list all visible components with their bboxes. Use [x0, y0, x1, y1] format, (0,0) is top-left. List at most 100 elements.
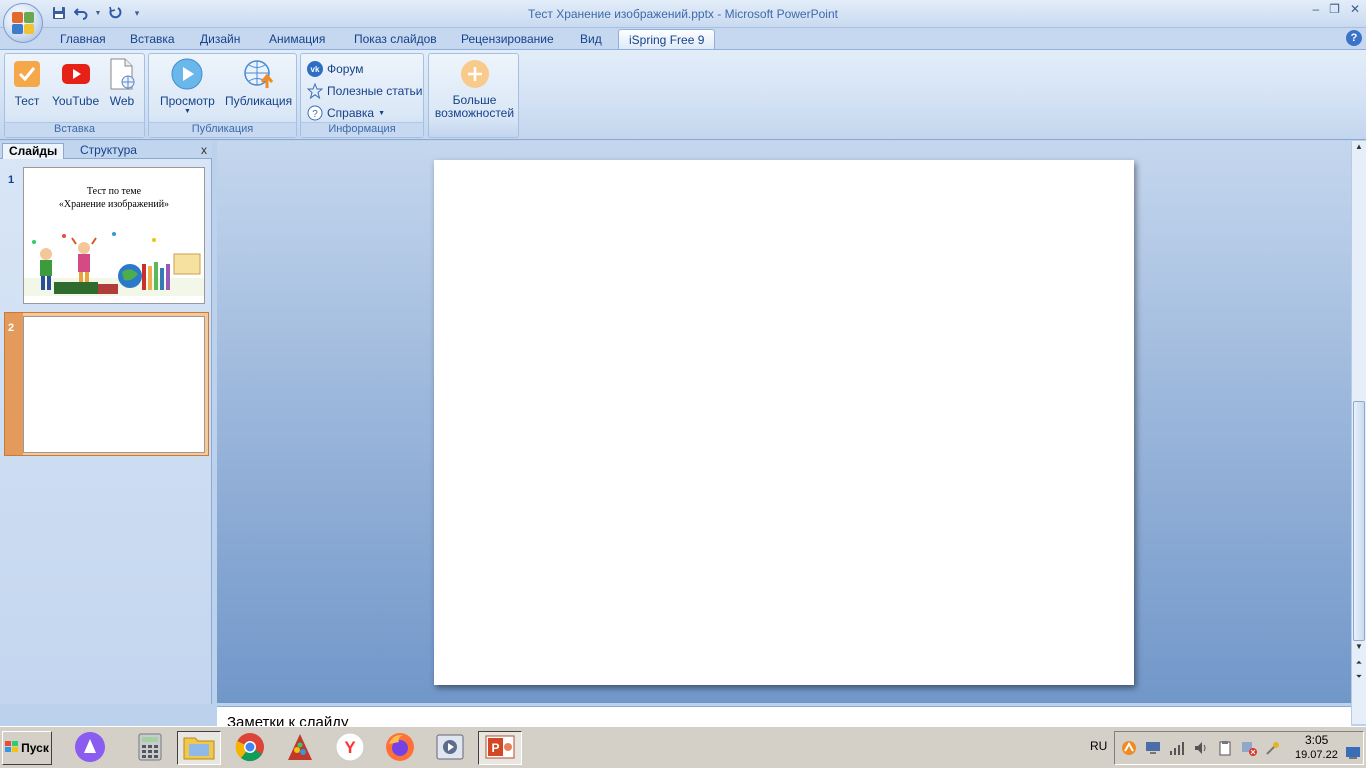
- articles-label: Полезные статьи: [327, 84, 423, 98]
- clock-date[interactable]: 19.07.22: [1295, 749, 1338, 761]
- publish-button[interactable]: Публикация: [225, 58, 292, 108]
- tab-view[interactable]: Вид: [580, 32, 602, 46]
- slides-pane: Слайды Структура x 1 Тест по теме «Хране…: [0, 141, 212, 704]
- volume-icon[interactable]: [1193, 740, 1209, 756]
- tab-slideshow[interactable]: Показ слайдов: [354, 32, 437, 46]
- quiz-icon: [11, 58, 43, 90]
- help-dropdown-icon: ▼: [378, 109, 386, 117]
- network-error-icon[interactable]: [1241, 740, 1257, 756]
- preview-button[interactable]: Просмотр ▼: [160, 58, 215, 116]
- input-language[interactable]: RU: [1090, 739, 1107, 753]
- globe-upload-icon: [243, 58, 275, 90]
- paint-app-button[interactable]: [278, 731, 322, 765]
- clipboard-icon[interactable]: [1217, 740, 1233, 756]
- antivirus-icon[interactable]: [1121, 740, 1137, 756]
- quiz-button[interactable]: Тест: [11, 58, 43, 108]
- youtube-button[interactable]: YouTube: [52, 58, 99, 108]
- media-app-button[interactable]: [428, 731, 472, 765]
- svg-text:Y: Y: [344, 738, 356, 757]
- prev-slide-icon[interactable]: ⏶: [1352, 657, 1366, 669]
- tab-slides[interactable]: Слайды: [2, 143, 65, 159]
- help-label: Справка: [327, 106, 375, 120]
- paint-palette-icon: [285, 732, 315, 765]
- start-label: Пуск: [21, 741, 49, 755]
- thumb-title: Тест по теме «Хранение изображений»: [24, 185, 204, 211]
- taskbar: Пуск Y P RU: [0, 726, 1366, 768]
- thumb-title-line2: «Хранение изображений»: [58, 199, 170, 210]
- media-app-icon: [435, 733, 465, 764]
- office-button[interactable]: [3, 3, 43, 43]
- vk-icon: vk: [307, 61, 323, 77]
- tools-icon[interactable]: [1265, 740, 1281, 756]
- close-button[interactable]: ✕: [1350, 2, 1360, 16]
- quiz-label: Тест: [14, 94, 40, 108]
- slide-canvas[interactable]: [434, 160, 1134, 685]
- play-icon: [171, 58, 203, 90]
- question-icon: ?: [307, 105, 323, 121]
- thumb-title-line1: Тест по теме: [86, 186, 142, 197]
- vertical-scrollbar[interactable]: ▲ ▼ ⏶ ⏷: [1351, 141, 1366, 724]
- slide-editor: [217, 141, 1351, 703]
- firefox-icon: [385, 732, 415, 765]
- chrome-button[interactable]: [228, 731, 272, 765]
- scroll-down-icon[interactable]: ▼: [1352, 641, 1366, 653]
- tab-home[interactable]: Главная: [60, 32, 106, 46]
- next-slide-icon[interactable]: ⏷: [1352, 671, 1366, 683]
- forum-label: Форум: [327, 62, 364, 76]
- slide-thumbnail-2[interactable]: [23, 316, 205, 453]
- firefox-button[interactable]: [378, 731, 422, 765]
- clock-time[interactable]: 3:05: [1305, 733, 1328, 747]
- forum-button[interactable]: vk Форум: [307, 61, 363, 77]
- group-label-insert: Вставка: [5, 122, 144, 137]
- svg-text:P: P: [491, 741, 499, 755]
- calculator-button[interactable]: [128, 731, 172, 765]
- minimize-button[interactable]: –: [1312, 2, 1319, 16]
- window-controls: – ❐ ✕: [1312, 2, 1360, 16]
- alice-assistant-button[interactable]: [68, 731, 112, 765]
- tab-ispring[interactable]: iSpring Free 9: [618, 29, 716, 51]
- restore-button[interactable]: ❐: [1329, 2, 1340, 16]
- ribbon-group-more: Больше возможностей: [428, 53, 519, 138]
- youtube-icon: [60, 58, 92, 90]
- pane-close-icon[interactable]: x: [201, 143, 207, 157]
- help-icon[interactable]: ?: [1346, 30, 1362, 46]
- tab-insert[interactable]: Вставка: [130, 32, 175, 46]
- articles-button[interactable]: Полезные статьи: [307, 83, 422, 99]
- preview-dropdown-icon: ▼: [183, 108, 191, 115]
- tab-outline[interactable]: Структура: [74, 143, 143, 159]
- group-label-info: Информация: [301, 122, 423, 137]
- help-button[interactable]: ? Справка ▼: [307, 105, 385, 121]
- file-explorer-button[interactable]: [177, 731, 221, 765]
- calculator-icon: [138, 733, 162, 764]
- tab-review[interactable]: Рецензирование: [461, 32, 554, 46]
- chrome-icon: [235, 732, 265, 765]
- show-desktop-icon[interactable]: [1345, 746, 1361, 762]
- yandex-browser-button[interactable]: Y: [328, 731, 372, 765]
- powerpoint-button[interactable]: P: [478, 731, 522, 765]
- start-button[interactable]: Пуск: [2, 731, 52, 765]
- slide-thumbnail-1[interactable]: Тест по теме «Хранение изображений»: [23, 167, 205, 304]
- group-label-publish: Публикация: [149, 122, 296, 137]
- signal-bars-icon[interactable]: [1169, 740, 1185, 756]
- powerpoint-icon: P: [484, 733, 516, 764]
- tab-design[interactable]: Дизайн: [200, 32, 240, 46]
- svg-text:?: ?: [312, 109, 318, 120]
- scroll-up-icon[interactable]: ▲: [1352, 141, 1366, 153]
- notes-pane[interactable]: Заметки к слайду: [217, 706, 1351, 726]
- web-page-icon: [106, 58, 138, 90]
- tab-animation[interactable]: Анимация: [269, 32, 325, 46]
- more-features-button[interactable]: Больше возможностей: [433, 58, 516, 120]
- ribbon-group-publish: Просмотр ▼ Публикация Публикация: [148, 53, 297, 138]
- ribbon-tabs: Главная Вставка Дизайн Анимация Показ сл…: [0, 28, 1366, 51]
- slides-pane-tabs: Слайды Структура x: [0, 141, 212, 159]
- network-computer-icon[interactable]: [1145, 740, 1161, 756]
- notes-placeholder: Заметки к слайду: [227, 714, 349, 726]
- web-object-button[interactable]: Web: [106, 58, 138, 108]
- scroll-thumb[interactable]: [1353, 401, 1365, 641]
- more-label-line2: возможностей: [434, 106, 515, 120]
- preview-label: Просмотр: [160, 94, 215, 108]
- alice-icon: [74, 731, 106, 766]
- ribbon: Тест YouTube Web Вставка Просмотр ▼ Публ…: [0, 49, 1366, 140]
- publish-label: Публикация: [225, 94, 293, 108]
- school-kids-illustration: [24, 232, 204, 296]
